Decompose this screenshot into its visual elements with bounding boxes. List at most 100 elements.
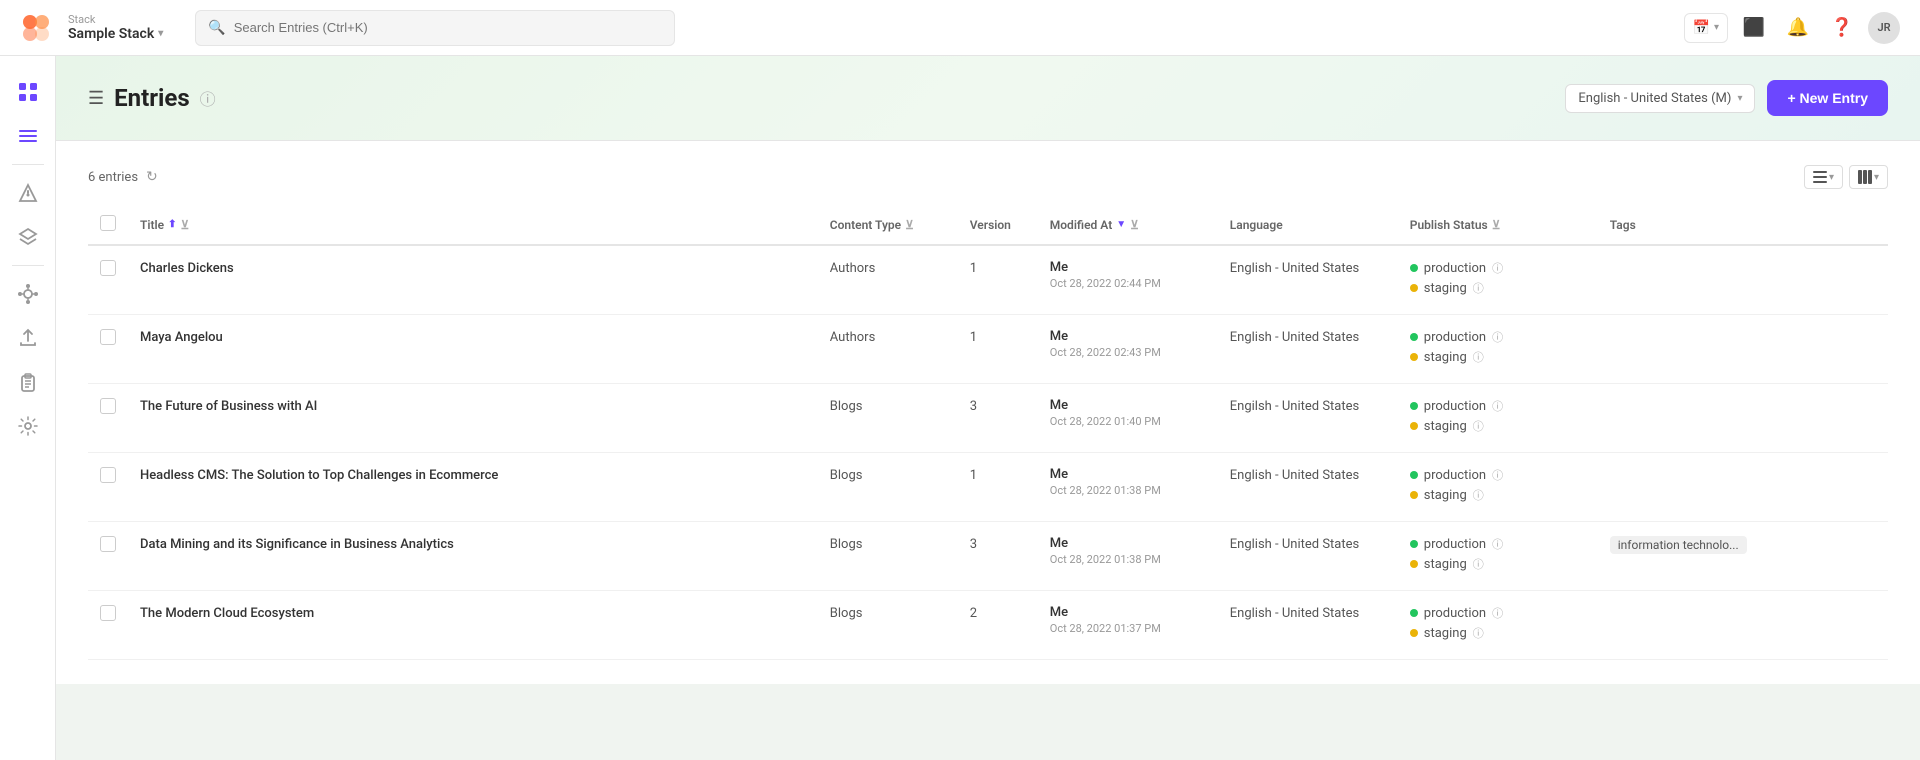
search-icon: 🔍	[208, 20, 225, 36]
th-publish-status: Publish Status ⊻	[1398, 205, 1598, 245]
row-modified-cell: Me Oct 28, 2022 01:38 PM	[1038, 453, 1218, 522]
sidebar-item-clipboard[interactable]	[8, 362, 48, 402]
row-content-type: Authors	[830, 261, 876, 276]
user-avatar[interactable]: JR	[1868, 12, 1900, 44]
row-checkbox[interactable]	[100, 605, 116, 621]
publish-info-icon[interactable]: ⓘ	[1492, 260, 1503, 276]
th-tags: Tags	[1598, 205, 1888, 245]
row-tag[interactable]: information technolo...	[1610, 536, 1747, 554]
row-modified-by: Me	[1050, 605, 1206, 620]
inbox-button[interactable]: ⬛	[1736, 10, 1772, 46]
th-title: Title ⬆ ⊻	[128, 205, 818, 245]
publish-dot-production	[1410, 471, 1418, 479]
row-title-cell: Maya Angelou	[128, 315, 818, 384]
table-row: Headless CMS: The Solution to Top Challe…	[88, 453, 1888, 522]
publish-info-icon[interactable]: ⓘ	[1492, 398, 1503, 414]
row-checkbox[interactable]	[100, 398, 116, 414]
row-modified-date: Oct 28, 2022 01:37 PM	[1050, 622, 1206, 635]
row-checkbox-cell	[88, 522, 128, 591]
publish-info-icon[interactable]: ⓘ	[1473, 349, 1484, 365]
row-modified-by: Me	[1050, 329, 1206, 344]
publish-label: staging	[1424, 557, 1467, 572]
topbar-actions: 📅 ▾ ⬛ 🔔 ❓ JR	[1684, 10, 1900, 46]
sidebar-item-list[interactable]	[8, 116, 48, 156]
column-view-button[interactable]: ▾	[1849, 165, 1888, 189]
row-checkbox-cell	[88, 384, 128, 453]
row-tags-cell	[1598, 453, 1888, 522]
table-row: The Future of Business with AIBlogs3 Me …	[88, 384, 1888, 453]
title-sort-icon[interactable]: ⬆	[168, 219, 176, 230]
row-language-cell: English - United States	[1218, 591, 1398, 660]
sidebar-item-analytics[interactable]	[8, 173, 48, 213]
publish-dot-staging	[1410, 284, 1418, 292]
list-view-dropdown: ▾	[1829, 172, 1834, 183]
publish-info-icon[interactable]: ⓘ	[1473, 280, 1484, 296]
th-modified: Modified At ▼ ⊻	[1038, 205, 1218, 245]
publish-info-icon[interactable]: ⓘ	[1473, 556, 1484, 572]
stack-name[interactable]: Sample Stack ▾	[68, 26, 163, 43]
publish-dot-production	[1410, 609, 1418, 617]
page-help-icon[interactable]: ⓘ	[200, 86, 216, 110]
row-modified-date: Oct 28, 2022 01:40 PM	[1050, 415, 1206, 428]
row-title[interactable]: Charles Dickens	[140, 261, 234, 276]
publish-info-icon[interactable]: ⓘ	[1492, 467, 1503, 483]
select-all-checkbox[interactable]	[100, 215, 116, 231]
sidebar-item-dashboard[interactable]	[8, 72, 48, 112]
row-content-type: Blogs	[830, 399, 863, 414]
row-title[interactable]: Maya Angelou	[140, 330, 223, 345]
row-language: English - United States	[1230, 261, 1359, 276]
modified-filter-icon[interactable]: ⊻	[1130, 218, 1139, 232]
publish-info-icon[interactable]: ⓘ	[1473, 418, 1484, 434]
row-title[interactable]: The Modern Cloud Ecosystem	[140, 606, 314, 621]
row-version-cell: 3	[958, 522, 1038, 591]
publish-info-icon[interactable]: ⓘ	[1473, 625, 1484, 641]
row-checkbox-cell	[88, 315, 128, 384]
row-title[interactable]: Headless CMS: The Solution to Top Challe…	[140, 468, 498, 483]
hamburger-icon[interactable]: ☰	[88, 88, 104, 109]
network-icon	[17, 283, 39, 305]
row-language-cell: English - United States	[1218, 245, 1398, 315]
list-view-button[interactable]: ▾	[1804, 165, 1843, 189]
publish-dot-staging	[1410, 422, 1418, 430]
row-title[interactable]: Data Mining and its Significance in Busi…	[140, 537, 454, 552]
publish-info-icon[interactable]: ⓘ	[1473, 487, 1484, 503]
row-checkbox[interactable]	[100, 467, 116, 483]
publish-info-icon[interactable]: ⓘ	[1492, 329, 1503, 345]
inbox-icon: ⬛	[1743, 17, 1765, 38]
sidebar-item-layers[interactable]	[8, 217, 48, 257]
notifications-button[interactable]: 🔔	[1780, 10, 1816, 46]
publish-label: staging	[1424, 626, 1467, 641]
row-checkbox[interactable]	[100, 536, 116, 552]
row-version-cell: 1	[958, 453, 1038, 522]
sidebar-item-network[interactable]	[8, 274, 48, 314]
row-content-type-cell: Authors	[818, 245, 958, 315]
row-checkbox[interactable]	[100, 260, 116, 276]
row-language: English - United States	[1230, 606, 1359, 621]
sidebar-item-settings[interactable]	[8, 406, 48, 446]
sidebar-item-upload[interactable]	[8, 318, 48, 358]
row-title[interactable]: The Future of Business with AI	[140, 399, 317, 414]
publish-info-icon[interactable]: ⓘ	[1492, 605, 1503, 621]
search-input[interactable]	[234, 20, 663, 35]
refresh-icon[interactable]: ↻	[146, 169, 158, 185]
publish-dot-staging	[1410, 353, 1418, 361]
help-button[interactable]: ❓	[1824, 10, 1860, 46]
th-language: Language	[1218, 205, 1398, 245]
publish-filter-icon[interactable]: ⊻	[1492, 218, 1501, 232]
publish-info-icon[interactable]: ⓘ	[1492, 536, 1503, 552]
title-filter-icon[interactable]: ⊻	[181, 218, 190, 232]
new-entry-button[interactable]: + New Entry	[1767, 80, 1888, 116]
publish-dot-production	[1410, 333, 1418, 341]
clipboard-icon	[18, 372, 38, 392]
sidebar-divider-1	[12, 164, 44, 165]
content-type-filter-icon[interactable]: ⊻	[905, 218, 914, 232]
table-row: Charles DickensAuthors1 Me Oct 28, 2022 …	[88, 245, 1888, 315]
language-selector[interactable]: English - United States (M) ▾	[1565, 84, 1755, 113]
row-checkbox[interactable]	[100, 329, 116, 345]
search-bar[interactable]: 🔍	[195, 10, 675, 46]
stack-label: Stack	[68, 13, 163, 26]
modified-sort-icon[interactable]: ▼	[1116, 219, 1126, 230]
calendar-button[interactable]: 📅 ▾	[1684, 13, 1728, 43]
row-version-cell: 1	[958, 315, 1038, 384]
publish-status-row: production ⓘ	[1410, 329, 1586, 345]
